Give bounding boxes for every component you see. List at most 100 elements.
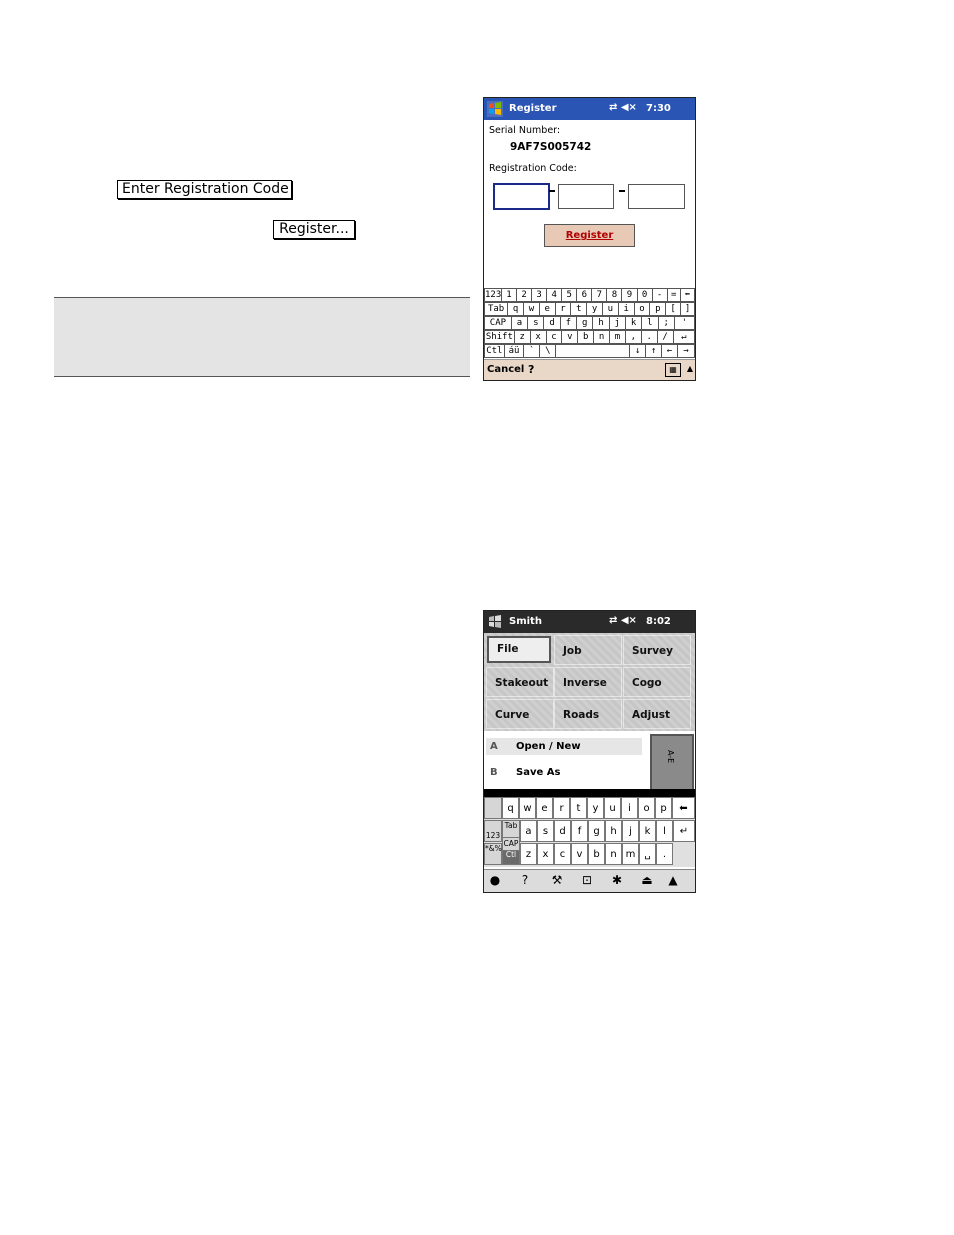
windows-start-icon[interactable] (487, 614, 503, 630)
clock[interactable]: 8:02 (646, 616, 671, 627)
key[interactable]: u (601, 302, 619, 316)
caps-key[interactable]: CAP (484, 316, 512, 330)
code-input-1[interactable] (493, 183, 550, 210)
menu-stakeout[interactable]: Stakeout (486, 667, 554, 697)
caps-key[interactable]: CAP (502, 837, 520, 851)
up-arrow-key[interactable]: ↑ (645, 344, 663, 358)
key[interactable]: a (520, 820, 537, 842)
key[interactable]: = (666, 288, 681, 302)
key[interactable]: m (622, 843, 639, 865)
key[interactable]: ; (657, 316, 675, 330)
key[interactable]: ' (673, 316, 695, 330)
key[interactable]: ` (523, 344, 541, 358)
key[interactable]: 1 (500, 288, 517, 302)
key[interactable]: i (621, 797, 638, 819)
keyboard-icon[interactable]: ▲ (664, 873, 682, 887)
key-123[interactable]: 123 (484, 288, 502, 302)
key[interactable]: h (592, 316, 610, 330)
windows-start-icon[interactable] (487, 101, 503, 117)
menu-survey[interactable]: Survey (623, 635, 691, 665)
key[interactable]: 3 (531, 288, 548, 302)
menu-cogo[interactable]: Cogo (623, 667, 691, 697)
tab-key[interactable]: Tab (484, 302, 509, 316)
menu-file[interactable]: File (487, 636, 551, 663)
down-arrow-key[interactable]: ↓ (629, 344, 647, 358)
key[interactable]: - (651, 288, 668, 302)
menu-job[interactable]: Job (554, 635, 622, 665)
key[interactable]: / (656, 330, 674, 344)
key[interactable]: ] (680, 302, 695, 316)
help-icon[interactable]: ? (516, 873, 534, 887)
key[interactable]: q (502, 797, 519, 819)
key[interactable]: , (624, 330, 642, 344)
key[interactable]: 9 (621, 288, 638, 302)
key[interactable]: . (656, 843, 673, 865)
clock[interactable]: 7:30 (646, 103, 671, 114)
key[interactable]: 2 (516, 288, 533, 302)
record-icon[interactable]: ⏏ (638, 873, 656, 887)
key[interactable]: p (655, 797, 672, 819)
key[interactable]: 7 (591, 288, 608, 302)
key[interactable]: g (588, 820, 605, 842)
key[interactable]: w (519, 797, 536, 819)
key[interactable]: j (622, 820, 639, 842)
register-button[interactable]: Register (544, 224, 635, 247)
submenu-page-tab[interactable]: A-E (650, 734, 694, 791)
connectivity-volume-icon[interactable]: ⇄ ◀× (609, 102, 637, 113)
star-icon[interactable]: ✱ (608, 873, 626, 887)
key[interactable]: i (617, 302, 635, 316)
key[interactable]: [ (665, 302, 682, 316)
cancel-button[interactable]: Cancel (487, 364, 524, 375)
left-arrow-key[interactable]: ← (661, 344, 679, 358)
menu-curve[interactable]: Curve (486, 699, 554, 729)
key[interactable]: z (520, 843, 537, 865)
key[interactable]: 0 (636, 288, 653, 302)
key[interactable]: n (605, 843, 622, 865)
key[interactable]: y (586, 302, 603, 316)
key[interactable]: o (633, 302, 651, 316)
key[interactable]: f (559, 316, 578, 330)
key[interactable]: 8 (606, 288, 623, 302)
key[interactable]: 4 (546, 288, 563, 302)
help-icon[interactable]: ? (528, 363, 534, 376)
key[interactable]: l (641, 316, 659, 330)
key[interactable]: e (536, 797, 553, 819)
code-input-2[interactable] (558, 184, 614, 209)
key[interactable]: k (624, 316, 643, 330)
key[interactable]: m (609, 330, 626, 344)
key[interactable]: n (593, 330, 611, 344)
key[interactable]: \ (539, 344, 557, 358)
key[interactable]: 5 (561, 288, 578, 302)
register-dots-button[interactable]: Register... (273, 220, 355, 239)
map-icon[interactable]: ⊡ (578, 873, 596, 887)
enter-key[interactable]: ↵ (672, 330, 695, 344)
key[interactable]: x (529, 330, 547, 344)
key[interactable]: 6 (576, 288, 593, 302)
enter-key[interactable]: ↵ (673, 820, 695, 842)
key[interactable]: d (543, 316, 561, 330)
enter-registration-code-button[interactable]: Enter Registration Code (117, 180, 292, 199)
accent-key[interactable]: áü (503, 344, 525, 358)
key[interactable]: r (553, 797, 570, 819)
key[interactable]: x (537, 843, 554, 865)
key[interactable]: y (587, 797, 604, 819)
info-icon[interactable]: ● (486, 873, 504, 887)
key[interactable]: f (571, 820, 588, 842)
key[interactable]: q (507, 302, 524, 316)
menu-adjust[interactable]: Adjust (623, 699, 691, 729)
keyboard-icon[interactable]: ▦ (665, 363, 681, 377)
key-123[interactable]: 123 (484, 820, 502, 842)
key[interactable]: d (554, 820, 571, 842)
space-key[interactable]: ␣ (639, 843, 656, 865)
key[interactable]: k (639, 820, 656, 842)
key[interactable]: o (638, 797, 655, 819)
key[interactable]: j (608, 316, 626, 330)
input-menu-arrow-icon[interactable]: ▲ (687, 364, 693, 373)
space-key[interactable] (555, 344, 631, 358)
backspace-key[interactable]: ⬅ (672, 797, 695, 819)
key[interactable]: p (649, 302, 667, 316)
key[interactable]: . (640, 330, 658, 344)
key[interactable]: t (570, 302, 588, 316)
key[interactable]: w (523, 302, 540, 316)
key[interactable]: b (577, 330, 595, 344)
